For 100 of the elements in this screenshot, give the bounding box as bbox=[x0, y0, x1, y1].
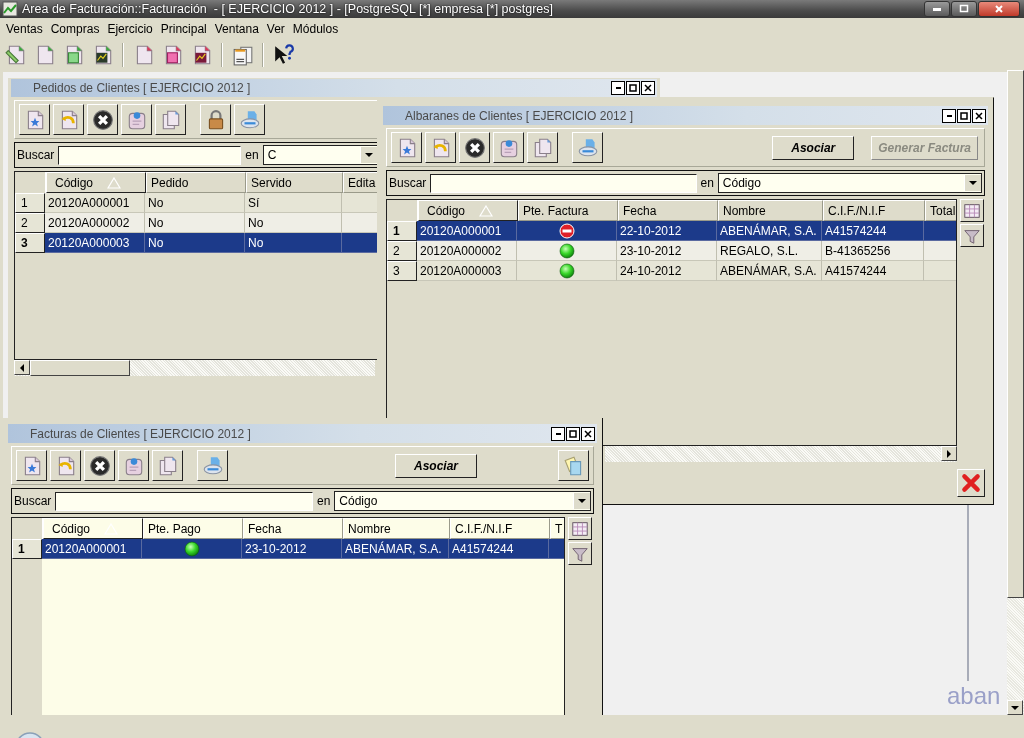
sort-indicator-icon bbox=[479, 204, 494, 217]
table-cell: A41574244 bbox=[449, 539, 549, 559]
toolbar-button[interactable] bbox=[197, 450, 228, 481]
row-header[interactable]: 1 bbox=[12, 539, 42, 559]
column-header[interactable]: Pedido bbox=[146, 172, 246, 193]
vertical-scrollbar[interactable] bbox=[1007, 70, 1024, 715]
toolbar-button[interactable] bbox=[84, 450, 115, 481]
table-row[interactable]: 3 20120A000003 24-10-2012 ABENÁMAR, S.A. A41574244 bbox=[387, 261, 956, 281]
delete-icon bbox=[88, 454, 111, 477]
toolbar-button[interactable] bbox=[121, 104, 152, 135]
column-header[interactable]: Fecha bbox=[243, 518, 343, 539]
maximize-button[interactable] bbox=[951, 1, 977, 17]
filter-button[interactable] bbox=[568, 542, 592, 565]
row-header[interactable]: 1 bbox=[15, 193, 45, 213]
close-button[interactable] bbox=[641, 81, 655, 95]
scroll-left-button[interactable] bbox=[14, 360, 30, 375]
toolbar-button[interactable] bbox=[200, 104, 231, 135]
window-title: Albaranes de Clientes [ EJERCICIO 2012 ] bbox=[405, 108, 635, 123]
toolbar-button[interactable] bbox=[558, 450, 589, 481]
toolbar-button[interactable] bbox=[155, 104, 186, 135]
minimize-button[interactable] bbox=[611, 81, 625, 95]
toolbar-button[interactable] bbox=[527, 132, 558, 163]
toolbar-button[interactable] bbox=[53, 104, 84, 135]
scroll-right-button[interactable] bbox=[941, 446, 957, 461]
toolbar-button[interactable] bbox=[234, 104, 265, 135]
search-field[interactable] bbox=[430, 173, 697, 193]
toolbar-button[interactable] bbox=[391, 132, 422, 163]
dropdown[interactable]: C bbox=[262, 145, 378, 165]
document-pencil-icon bbox=[4, 44, 27, 66]
toolbar-button[interactable] bbox=[152, 450, 183, 481]
toolbar-button[interactable] bbox=[87, 104, 118, 135]
column-header[interactable]: Pte. Factura bbox=[518, 200, 618, 221]
menu-item[interactable]: Módulos bbox=[288, 20, 343, 38]
column-header[interactable]: Fecha bbox=[618, 200, 718, 221]
table-row[interactable]: 1 20120A000001 23-10-2012 ABENÁMAR, S.A. A41574244 bbox=[12, 539, 564, 559]
menu-item[interactable]: Ventas bbox=[2, 20, 47, 38]
row-header[interactable]: 2 bbox=[15, 213, 45, 233]
logo-text: aban bbox=[947, 682, 1001, 710]
column-header[interactable]: C.I.F./N.I.F bbox=[823, 200, 925, 221]
column-header[interactable]: Servido bbox=[246, 172, 343, 193]
table-row[interactable]: 1 20120A000001 22-10-2012 ABENÁMAR, S.A. A41574244 bbox=[387, 221, 956, 241]
dropdown[interactable]: Código bbox=[334, 491, 591, 511]
scroll-down-button[interactable] bbox=[1007, 700, 1023, 715]
column-header[interactable]: Nombre bbox=[718, 200, 823, 221]
delete-icon bbox=[91, 108, 114, 131]
window-title: Pedidos de Clientes [ EJERCICIO 2012 ] bbox=[33, 81, 252, 95]
column-header[interactable]: Nombre bbox=[343, 518, 450, 539]
maximize-button[interactable] bbox=[957, 108, 971, 123]
columns-button[interactable] bbox=[568, 517, 592, 540]
column-header[interactable]: C.I.F./N.I.F bbox=[450, 518, 550, 539]
menu-item[interactable]: Ventana bbox=[210, 20, 263, 38]
associate-button[interactable]: Asociar bbox=[772, 135, 855, 160]
filter-button[interactable] bbox=[960, 224, 984, 247]
minimize-button[interactable] bbox=[551, 426, 565, 441]
columns-button[interactable] bbox=[960, 199, 984, 222]
menu-item[interactable]: Ver bbox=[262, 20, 289, 38]
scrollbar-thumb[interactable] bbox=[1007, 70, 1024, 598]
menu-item[interactable]: Principal bbox=[156, 20, 211, 38]
close-icon bbox=[993, 3, 1005, 15]
toolbar-button[interactable] bbox=[425, 132, 456, 163]
table-row[interactable]: 3 20120A000003 No No bbox=[15, 233, 377, 253]
menu-item[interactable]: Ejercicio bbox=[103, 20, 157, 38]
associate-button[interactable]: Asociar bbox=[394, 453, 477, 478]
column-header[interactable]: Código bbox=[43, 518, 143, 539]
horizontal-scrollbar[interactable] bbox=[605, 446, 957, 462]
table-row[interactable]: 2 20120A000002 23-10-2012 REGALO, S.L. B-41365256 bbox=[387, 241, 956, 261]
toolbar-button[interactable] bbox=[50, 450, 81, 481]
sort-indicator-icon bbox=[107, 176, 122, 189]
toolbar-button[interactable] bbox=[459, 132, 490, 163]
close-button[interactable] bbox=[978, 1, 1020, 17]
table-row[interactable]: 1 20120A000001 No Sí bbox=[15, 193, 377, 213]
search-field[interactable] bbox=[55, 491, 313, 511]
toolbar-button[interactable] bbox=[118, 450, 149, 481]
toolbar-button[interactable] bbox=[16, 450, 47, 481]
column-header[interactable]: Código bbox=[418, 200, 518, 221]
row-header[interactable]: 1 bbox=[387, 221, 417, 241]
toolbar-button[interactable] bbox=[493, 132, 524, 163]
row-header[interactable]: 3 bbox=[387, 261, 417, 281]
maximize-button[interactable] bbox=[626, 81, 640, 95]
row-header[interactable]: 2 bbox=[387, 241, 417, 261]
toolbar-button[interactable] bbox=[572, 132, 603, 163]
dropdown[interactable]: Código bbox=[717, 173, 982, 193]
toolbar-button[interactable] bbox=[19, 104, 50, 135]
column-header[interactable]: Código bbox=[46, 172, 146, 193]
minimize-icon bbox=[555, 432, 561, 435]
printer-icon bbox=[238, 108, 261, 131]
horizontal-scrollbar[interactable] bbox=[14, 360, 375, 376]
menu-item[interactable]: Compras bbox=[46, 20, 104, 38]
maximize-button[interactable] bbox=[566, 426, 580, 441]
table-row[interactable]: 2 20120A000002 No No bbox=[15, 213, 377, 233]
close-icon bbox=[960, 472, 982, 494]
row-header[interactable]: 3 bbox=[15, 233, 45, 253]
calendar-icon bbox=[231, 44, 254, 66]
close-button[interactable] bbox=[972, 108, 986, 123]
close-button[interactable] bbox=[581, 426, 595, 441]
minimize-button[interactable] bbox=[942, 108, 956, 123]
search-field[interactable] bbox=[58, 145, 242, 165]
scrollbar-thumb[interactable] bbox=[30, 360, 130, 376]
minimize-button[interactable] bbox=[924, 1, 950, 17]
column-header[interactable]: Pte. Pago bbox=[143, 518, 243, 539]
